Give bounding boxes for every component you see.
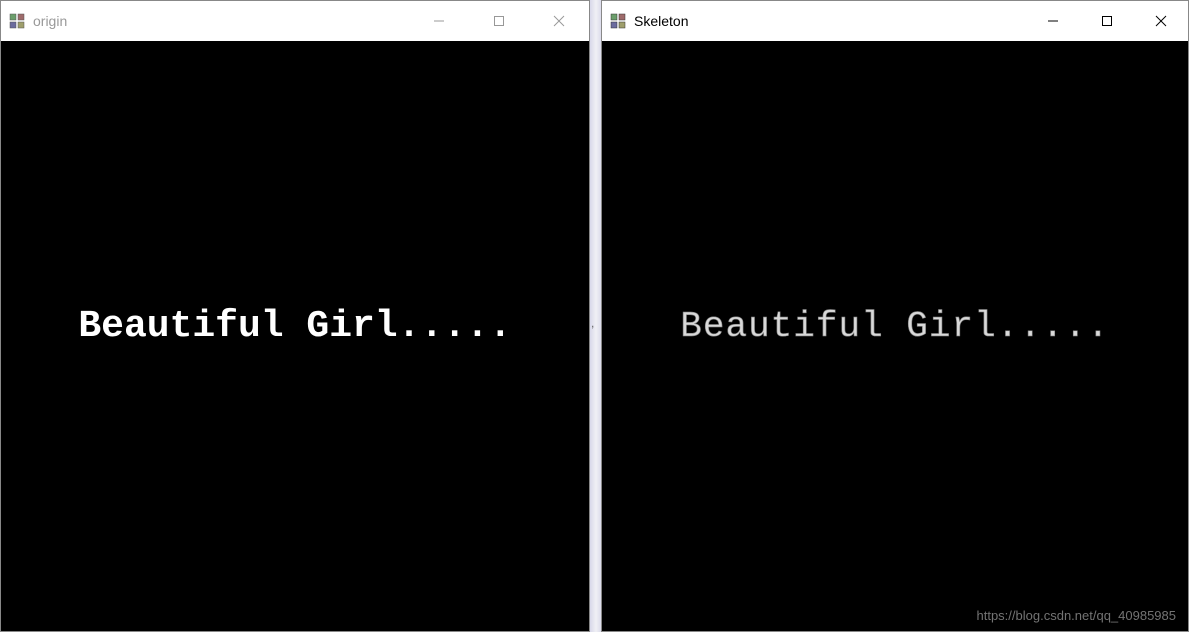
- titlebar-skeleton[interactable]: Skeleton: [602, 1, 1188, 41]
- watermark-text: https://blog.csdn.net/qq_40985985: [977, 608, 1177, 623]
- app-icon: [9, 13, 25, 29]
- window-title: origin: [33, 13, 409, 29]
- window-origin: origin Beautiful Girl.....: [0, 0, 590, 632]
- close-icon: [553, 15, 565, 27]
- close-button[interactable]: [529, 1, 589, 41]
- maximize-button[interactable]: [469, 1, 529, 41]
- image-canvas-skeleton: Beautiful Girl..... https://blog.csdn.ne…: [602, 41, 1188, 631]
- window-controls: [409, 1, 589, 41]
- close-button[interactable]: [1134, 1, 1188, 41]
- maximize-icon: [1101, 15, 1113, 27]
- image-canvas-origin: Beautiful Girl.....: [1, 41, 589, 631]
- minimize-button[interactable]: [1026, 1, 1080, 41]
- minimize-icon: [1047, 15, 1059, 27]
- minimize-button[interactable]: [409, 1, 469, 41]
- skeleton-text-render: Beautiful Girl.....: [680, 306, 1109, 347]
- window-title: Skeleton: [634, 13, 1026, 29]
- app-icon: [610, 13, 626, 29]
- close-icon: [1155, 15, 1167, 27]
- origin-text-render: Beautiful Girl.....: [78, 305, 511, 348]
- titlebar-origin[interactable]: origin: [1, 1, 589, 41]
- maximize-button[interactable]: [1080, 1, 1134, 41]
- maximize-icon: [493, 15, 505, 27]
- window-controls: [1026, 1, 1188, 41]
- window-skeleton: Skeleton Beautiful Girl..... https:/: [601, 0, 1189, 632]
- minimize-icon: [433, 15, 445, 27]
- bg-artifact: ,: [591, 316, 594, 330]
